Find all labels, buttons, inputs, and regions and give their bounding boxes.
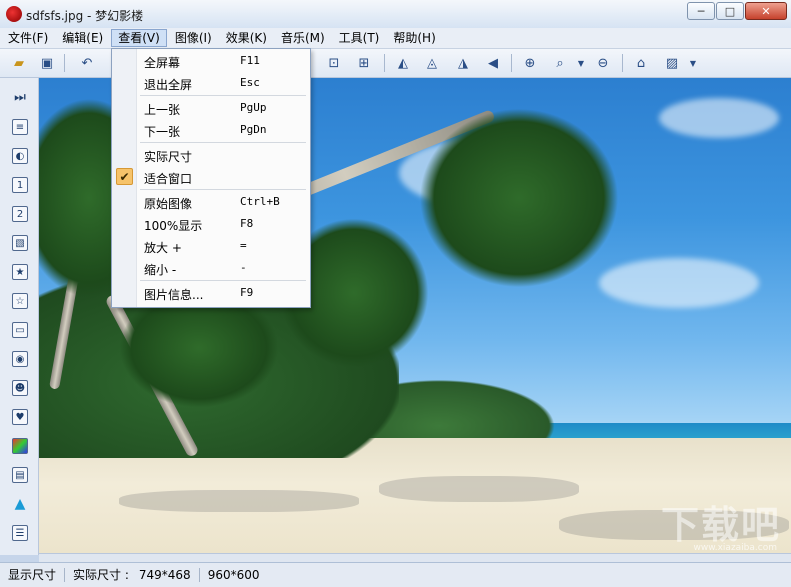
view-menu-dropdown: 全屏幕 F11 退出全屏 Esc 上一张 PgUp 下一张 PgDn 实际尺寸 …: [111, 48, 311, 308]
mirror-icon[interactable]: ◮: [454, 54, 472, 72]
image-icon[interactable]: ▨: [663, 54, 681, 72]
fullscreen-icon[interactable]: ⊞: [355, 54, 373, 72]
menu-help[interactable]: 帮助(H): [387, 29, 441, 47]
window-title: sdfsfs.jpg - 梦幻影楼: [26, 9, 144, 23]
close-button[interactable]: ✕: [745, 2, 787, 20]
portrait-icon[interactable]: ☻: [12, 380, 28, 396]
toolbar-separator: [64, 54, 65, 72]
menu-image[interactable]: 图像(I): [169, 29, 218, 47]
menu-item-previous[interactable]: 上一张 PgUp: [112, 97, 310, 119]
list-icon[interactable]: ☰: [12, 525, 28, 541]
menu-item-100-percent[interactable]: 100%显示 F8: [112, 213, 310, 235]
menu-item-exit-fullscreen[interactable]: 退出全屏 Esc: [112, 72, 310, 94]
status-display-size: 显示尺寸: [0, 568, 66, 582]
zoom-icon[interactable]: ⌕: [551, 54, 569, 72]
maximize-button[interactable]: □: [716, 2, 744, 20]
menu-separator: [140, 280, 306, 281]
slideshow-b-icon[interactable]: ☆: [12, 293, 28, 309]
triangle-icon[interactable]: ▲: [12, 496, 28, 512]
flip-up-icon[interactable]: ◬: [423, 54, 441, 72]
app-icon: [6, 6, 22, 22]
menu-tools[interactable]: 工具(T): [333, 29, 386, 47]
status-display-dims: 749*468: [138, 568, 191, 582]
status-actual-size: 实际尺寸 : 749*468: [65, 568, 200, 582]
menu-item-original-image[interactable]: 原始图像 Ctrl+B: [112, 191, 310, 213]
film-icon[interactable]: ▤: [12, 467, 28, 483]
sidebar: ⏭ ≡ ◐ 1 2 ▧ ★ ☆ ▭ ◉ ☻ ♥ ▤ ▲ ☰: [0, 78, 39, 555]
status-actual-dims: 960*600: [207, 568, 260, 582]
palm-fronds: [419, 108, 619, 288]
rotate-icon[interactable]: ◀: [484, 54, 502, 72]
layer-icon[interactable]: ▭: [12, 322, 28, 338]
minimize-button[interactable]: ─: [687, 2, 715, 20]
photo-shadow: [119, 490, 359, 512]
flip-left-icon[interactable]: ◭: [394, 54, 412, 72]
menu-item-zoom-out[interactable]: 缩小 - -: [112, 257, 310, 279]
menu-effects[interactable]: 效果(K): [220, 29, 273, 47]
title-bar: sdfsfs.jpg - 梦幻影楼 ─ □ ✕: [0, 0, 791, 29]
picture-icon[interactable]: ▧: [12, 235, 28, 251]
heart-icon[interactable]: ♥: [12, 409, 28, 425]
photo-cloud: [599, 258, 759, 308]
home-icon[interactable]: ⌂: [632, 54, 650, 72]
zoom-in-icon[interactable]: ⊕: [521, 54, 539, 72]
menu-item-fullscreen[interactable]: 全屏幕 F11: [112, 50, 310, 72]
check-icon: ✔: [116, 168, 133, 185]
status-bar: 显示尺寸 实际尺寸 : 749*468 960*600: [0, 562, 791, 587]
page-two-icon[interactable]: 2: [12, 206, 28, 222]
menu-separator: [140, 142, 306, 143]
menu-item-next[interactable]: 下一张 PgDn: [112, 119, 310, 141]
frame-icon[interactable]: ≡: [12, 119, 28, 135]
menu-item-actual-size[interactable]: 实际尺寸: [112, 144, 310, 166]
toolbar-separator: [622, 54, 623, 72]
color-icon[interactable]: [12, 438, 28, 454]
play-next-icon[interactable]: ⏭: [12, 90, 28, 106]
zoom-out-icon[interactable]: ⊖: [594, 54, 612, 72]
menu-item-fit-window[interactable]: ✔ 适合窗口: [112, 166, 310, 188]
photo-shadow: [379, 476, 579, 502]
photo-cloud: [659, 98, 779, 138]
fit-window-icon[interactable]: ⊡: [325, 54, 343, 72]
menu-view[interactable]: 查看(V): [111, 29, 167, 47]
menu-item-zoom-in[interactable]: 放大 + =: [112, 235, 310, 257]
menu-bar: 文件(F) 编辑(E) 查看(V) 图像(I) 效果(K) 音乐(M) 工具(T…: [0, 28, 791, 49]
save-icon[interactable]: ▣: [38, 54, 56, 72]
watermark-url: www.xiazaiba.com: [693, 543, 777, 553]
toolbar-separator: [384, 54, 385, 72]
watermark: 下载吧: [660, 503, 781, 547]
menu-file[interactable]: 文件(F): [2, 29, 54, 47]
menu-separator: [140, 189, 306, 190]
menu-edit[interactable]: 编辑(E): [56, 29, 109, 47]
chevron-down-icon[interactable]: ▼: [572, 54, 590, 72]
slideshow-a-icon[interactable]: ★: [12, 264, 28, 280]
menu-item-image-info[interactable]: 图片信息... F9: [112, 282, 310, 304]
toolbar-separator: [511, 54, 512, 72]
menu-separator: [140, 95, 306, 96]
camera-icon[interactable]: ◉: [12, 351, 28, 367]
menu-music[interactable]: 音乐(M): [275, 29, 331, 47]
undo-icon[interactable]: ↶: [78, 54, 96, 72]
open-folder-icon[interactable]: ▰: [10, 54, 28, 72]
horizontal-scrollbar[interactable]: [39, 553, 791, 562]
status-actual-size-label: 实际尺寸 :: [73, 568, 129, 582]
page-one-icon[interactable]: 1: [12, 177, 28, 193]
chevron-down-icon[interactable]: ▼: [684, 54, 702, 72]
contrast-icon[interactable]: ◐: [12, 148, 28, 164]
